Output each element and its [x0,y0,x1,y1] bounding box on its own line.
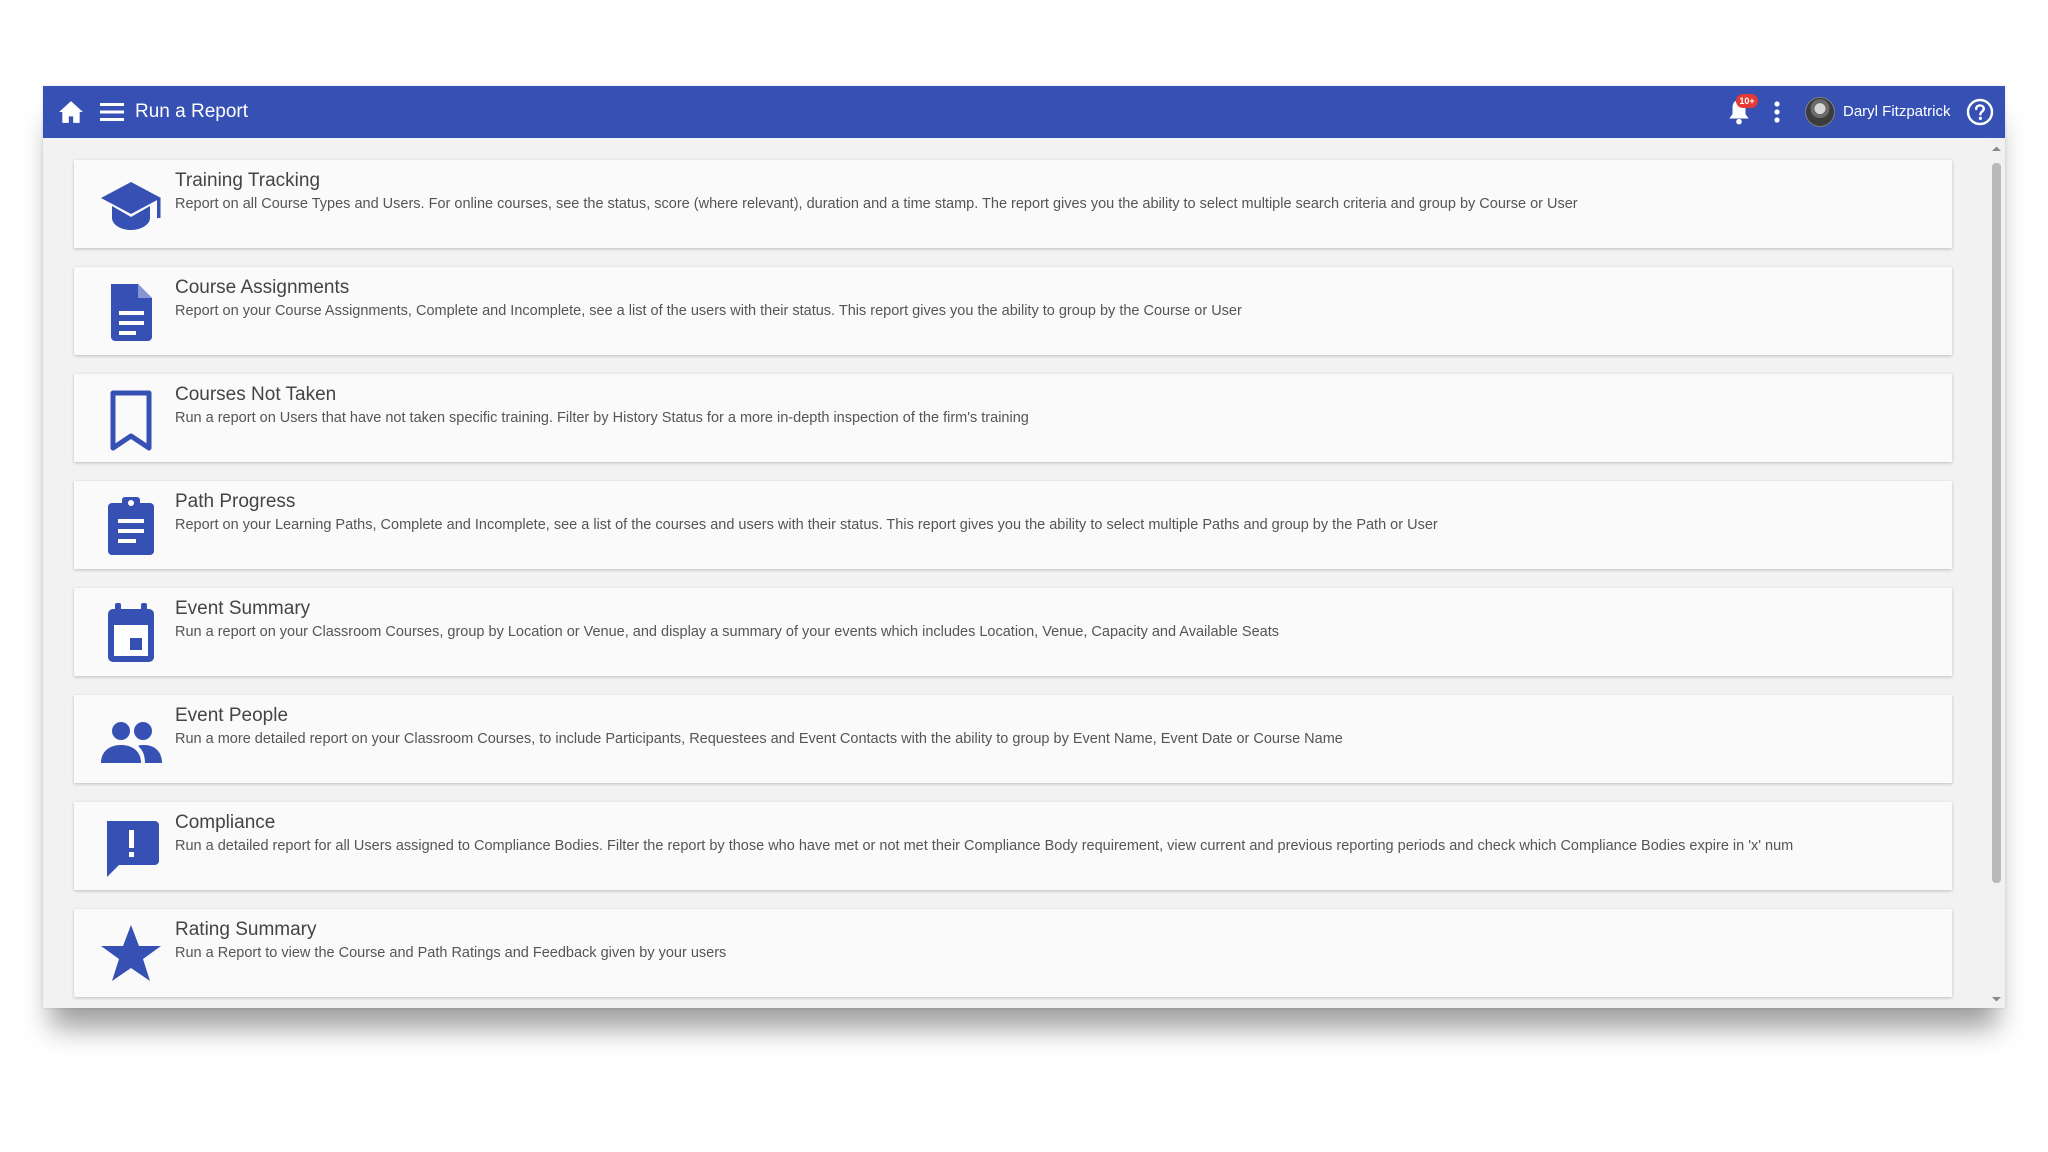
more-vertical-icon[interactable] [1769,98,1785,126]
bookmark-icon [98,386,164,452]
home-icon[interactable] [57,98,85,126]
report-card-training-tracking[interactable]: Training Tracking Report on all Course T… [74,160,1952,248]
report-card-event-summary[interactable]: Event Summary Run a report on your Class… [74,588,1952,676]
top-app-bar: Run a Report 10+ Daryl Fitzpatrick [43,86,2005,138]
report-description: Run a report on Users that have not take… [175,410,1029,426]
notification-badge: 10+ [1736,94,1758,108]
report-description: Report on all Course Types and Users. Fo… [175,196,1578,212]
report-title: Event Summary [175,598,311,619]
star-icon [98,921,164,987]
report-card-course-assignments[interactable]: Course Assignments Report on your Course… [74,267,1952,355]
hamburger-menu-icon[interactable] [98,98,126,126]
report-card-event-people[interactable]: Event People Run a more detailed report … [74,695,1952,783]
clipboard-icon [98,493,164,559]
calendar-icon [98,600,164,666]
report-description: Run a more detailed report on your Class… [175,731,1343,747]
graduation-cap-icon [98,172,164,238]
report-description: Report on your Learning Paths, Complete … [175,517,1438,533]
scrollbar-thumb[interactable] [1992,163,2001,883]
report-description: Run a detailed report for all Users assi… [175,838,1794,854]
app-window: Run a Report 10+ Daryl Fitzpatrick Train… [43,86,2005,1008]
report-description: Report on your Course Assignments, Compl… [175,303,1242,319]
report-title: Course Assignments [175,277,350,298]
report-title: Rating Summary [175,919,317,940]
document-icon [98,279,164,345]
report-card-courses-not-taken[interactable]: Courses Not Taken Run a report on Users … [74,374,1952,462]
people-icon [98,707,164,773]
report-title: Path Progress [175,491,296,512]
report-card-rating-summary[interactable]: Rating Summary Run a Report to view the … [74,909,1952,997]
report-card-path-progress[interactable]: Path Progress Report on your Learning Pa… [74,481,1952,569]
alert-message-icon [98,814,164,880]
page-title: Run a Report [135,101,249,122]
scroll-down-arrow-icon[interactable] [1988,992,2005,1006]
report-title: Event People [175,705,289,726]
report-title: Courses Not Taken [175,384,337,405]
help-circle-icon[interactable] [1964,96,1996,128]
report-card-compliance[interactable]: Compliance Run a detailed report for all… [74,802,1952,890]
report-title: Compliance [175,812,276,833]
report-list: Training Tracking Report on all Course T… [43,138,1988,1008]
report-description: Run a report on your Classroom Courses, … [175,624,1279,640]
avatar[interactable] [1805,97,1835,127]
report-description: Run a Report to view the Course and Path… [175,945,727,961]
report-title: Training Tracking [175,170,321,191]
user-name[interactable]: Daryl Fitzpatrick [1843,102,1951,122]
vertical-scrollbar[interactable] [1988,138,2005,1008]
scroll-up-arrow-icon[interactable] [1988,142,2005,156]
